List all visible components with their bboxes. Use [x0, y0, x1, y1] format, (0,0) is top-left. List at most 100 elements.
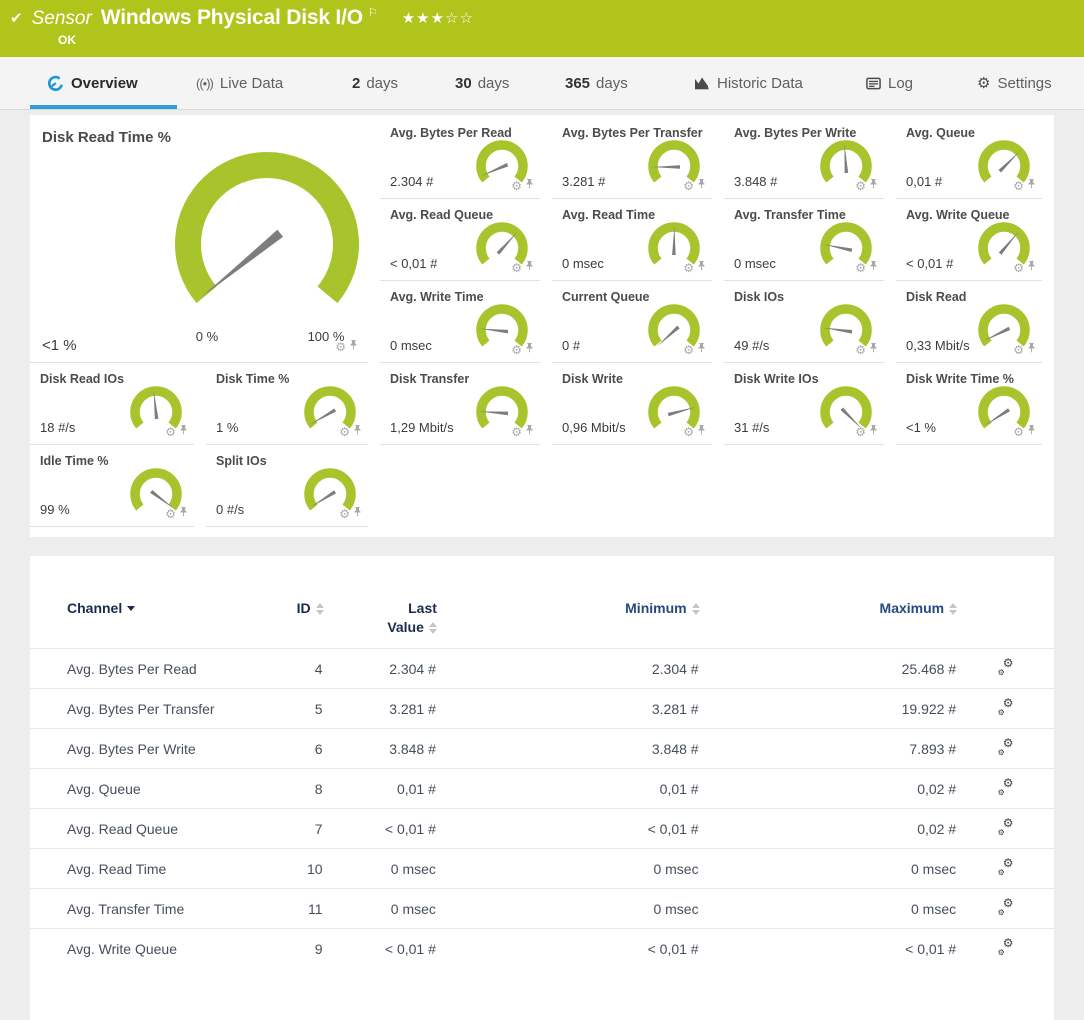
- tab-log[interactable]: Log: [866, 57, 913, 109]
- gear-icon[interactable]: ⚙: [683, 180, 694, 192]
- gauge-title: Disk IOs: [734, 290, 784, 304]
- column-header-last-value[interactable]: Last Value: [324, 600, 437, 649]
- table-row-avg-read-queue: Avg. Read Queue 7 < 0,01 # < 0,01 # 0,02…: [30, 809, 1054, 849]
- gear-icon[interactable]: ⚙: [683, 344, 694, 356]
- gauge-title: Disk Read Time %: [42, 129, 171, 146]
- priority-stars[interactable]: ★★★☆☆: [402, 9, 474, 27]
- tab-settings[interactable]: ⚙ Settings: [977, 57, 1052, 109]
- gear-icon[interactable]: ⚙: [855, 180, 866, 192]
- channel-settings-icon[interactable]: ⚙⚙: [998, 819, 1014, 835]
- pin-icon[interactable]: [1027, 177, 1036, 195]
- gear-icon[interactable]: ⚙: [511, 262, 522, 274]
- channel-maximum: < 0,01 #: [700, 929, 958, 969]
- sensor-header: ✔ Sensor Windows Physical Disk I/O ⚐ ★★★…: [0, 0, 1084, 57]
- channel-minimum: 0,01 #: [437, 769, 700, 809]
- pin-icon[interactable]: [1027, 341, 1036, 359]
- gear-icon[interactable]: ⚙: [855, 426, 866, 438]
- channel-settings-icon[interactable]: ⚙⚙: [998, 899, 1014, 915]
- gear-icon[interactable]: ⚙: [1013, 262, 1024, 274]
- table-row-avg-bytes-per-read: Avg. Bytes Per Read 4 2.304 # 2.304 # 25…: [30, 649, 1054, 689]
- gear-icon[interactable]: ⚙: [855, 344, 866, 356]
- gauge-value: 18 #/s: [40, 420, 75, 435]
- pin-icon[interactable]: [697, 259, 706, 277]
- gauge-title: Split IOs: [216, 454, 267, 468]
- pin-icon[interactable]: [697, 423, 706, 441]
- gear-icon[interactable]: ⚙: [855, 262, 866, 274]
- gear-icon[interactable]: ⚙: [339, 508, 350, 520]
- channel-maximum: 0 msec: [700, 889, 958, 929]
- table-row-avg-read-time: Avg. Read Time 10 0 msec 0 msec 0 msec ⚙…: [30, 849, 1054, 889]
- gear-icon[interactable]: ⚙: [1013, 180, 1024, 192]
- pin-icon[interactable]: [525, 423, 534, 441]
- pin-icon[interactable]: [179, 505, 188, 523]
- sort-icon: [692, 603, 700, 615]
- channel-table: Channel ID Last Value Minimum Maximum: [30, 600, 1054, 968]
- pin-icon[interactable]: [869, 259, 878, 277]
- tab-overview[interactable]: Overview: [47, 57, 138, 109]
- table-row-avg-write-queue: Avg. Write Queue 9 < 0,01 # < 0,01 # < 0…: [30, 929, 1054, 969]
- column-header-minimum[interactable]: Minimum: [437, 600, 700, 649]
- channel-last-value: 0 msec: [324, 849, 437, 889]
- channel-settings-icon[interactable]: ⚙⚙: [998, 659, 1014, 675]
- gauge-value: 0,33 Mbit/s: [906, 338, 970, 353]
- gauge-value: 49 #/s: [734, 338, 769, 353]
- gear-icon[interactable]: ⚙: [511, 180, 522, 192]
- gauge-value: 99 %: [40, 502, 70, 517]
- channel-minimum: < 0,01 #: [437, 809, 700, 849]
- tab-live-data[interactable]: ((•)) Live Data: [196, 57, 283, 109]
- pin-icon[interactable]: [1027, 423, 1036, 441]
- gauge-title: Disk Transfer: [390, 372, 469, 386]
- pin-icon[interactable]: [353, 423, 362, 441]
- gear-icon[interactable]: ⚙: [683, 262, 694, 274]
- historic-data-icon: [694, 76, 710, 90]
- sensor-kicker: Sensor: [32, 8, 92, 30]
- column-header-id[interactable]: ID: [267, 600, 324, 649]
- gauge-value: 0 #: [562, 338, 580, 353]
- pin-icon[interactable]: [869, 177, 878, 195]
- channel-settings-icon[interactable]: ⚙⚙: [998, 739, 1014, 755]
- pin-icon[interactable]: [525, 259, 534, 277]
- column-header-channel[interactable]: Channel: [30, 600, 267, 649]
- pin-icon[interactable]: [349, 338, 358, 356]
- channel-settings-icon[interactable]: ⚙⚙: [998, 779, 1014, 795]
- pin-icon[interactable]: [525, 177, 534, 195]
- channel-id: 11: [267, 889, 324, 929]
- gear-icon[interactable]: ⚙: [1013, 426, 1024, 438]
- gear-icon[interactable]: ⚙: [1013, 344, 1024, 356]
- channel-minimum: 3.848 #: [437, 729, 700, 769]
- pin-icon[interactable]: [869, 423, 878, 441]
- gear-icon[interactable]: ⚙: [339, 426, 350, 438]
- gauge-disk-time: Disk Time % 1 % ⚙: [206, 363, 368, 445]
- gear-icon[interactable]: ⚙: [165, 508, 176, 520]
- pin-icon[interactable]: [697, 341, 706, 359]
- tab-historic-data[interactable]: Historic Data: [694, 57, 803, 109]
- channel-minimum: 3.281 #: [437, 689, 700, 729]
- pin-icon[interactable]: [697, 177, 706, 195]
- pin-icon[interactable]: [525, 341, 534, 359]
- tab-365-days[interactable]: 365 days: [565, 57, 628, 109]
- channel-maximum: 19.922 #: [700, 689, 958, 729]
- gear-icon[interactable]: ⚙: [335, 341, 346, 353]
- channel-settings-icon[interactable]: ⚙⚙: [998, 859, 1014, 875]
- gear-icon[interactable]: ⚙: [511, 344, 522, 356]
- channel-settings-icon[interactable]: ⚙⚙: [998, 699, 1014, 715]
- column-header-maximum[interactable]: Maximum: [700, 600, 958, 649]
- sensor-title: Windows Physical Disk I/O: [101, 6, 363, 30]
- pin-icon[interactable]: [1027, 259, 1036, 277]
- gauge-title: Current Queue: [562, 290, 650, 304]
- gear-icon[interactable]: ⚙: [511, 426, 522, 438]
- flag-icon[interactable]: ⚐: [368, 6, 378, 19]
- gauge-icon: [47, 75, 64, 92]
- gauge-title: Disk Write: [562, 372, 623, 386]
- pin-icon[interactable]: [353, 505, 362, 523]
- gauge-title: Disk Read: [906, 290, 966, 304]
- tab-2-days[interactable]: 2 days: [352, 57, 398, 109]
- tab-30-days[interactable]: 30 days: [455, 57, 509, 109]
- gear-icon[interactable]: ⚙: [165, 426, 176, 438]
- channel-id: 10: [267, 849, 324, 889]
- channel-last-value: < 0,01 #: [324, 809, 437, 849]
- pin-icon[interactable]: [869, 341, 878, 359]
- gear-icon[interactable]: ⚙: [683, 426, 694, 438]
- pin-icon[interactable]: [179, 423, 188, 441]
- sort-icon: [429, 622, 437, 635]
